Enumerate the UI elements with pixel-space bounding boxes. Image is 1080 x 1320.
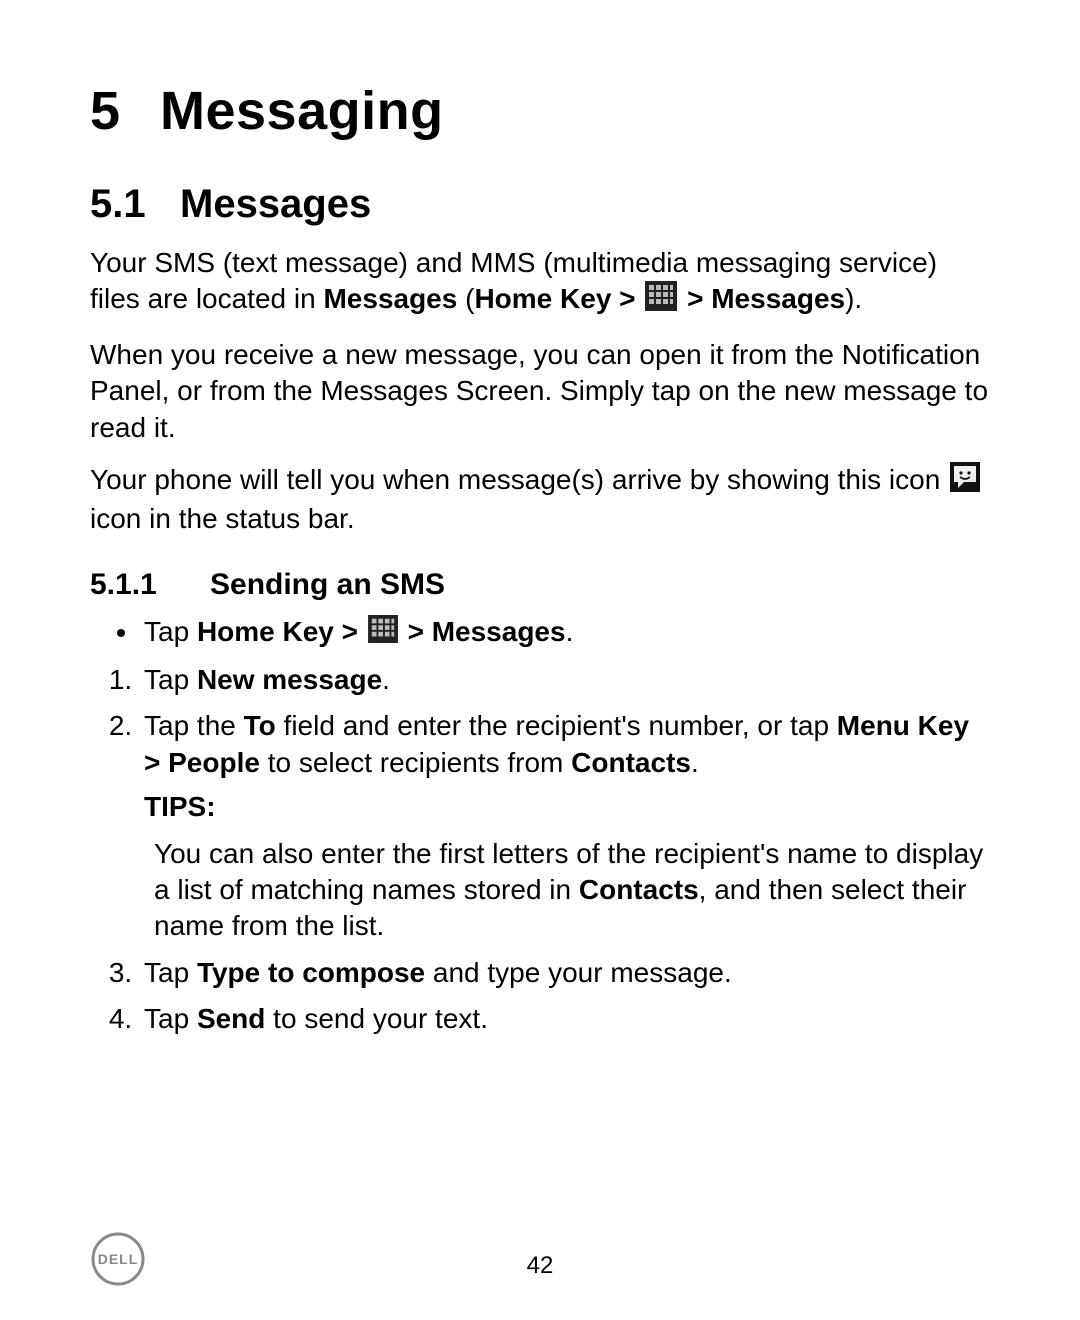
- text: .: [382, 664, 390, 695]
- text-bold: Send: [197, 1003, 265, 1034]
- text: ).: [845, 283, 862, 314]
- apps-grid-icon: [368, 615, 398, 652]
- text: to select recipients from: [260, 747, 571, 778]
- text: .: [566, 616, 574, 647]
- text: Tap: [144, 957, 197, 988]
- text: to send your text.: [265, 1003, 488, 1034]
- text-bold: Messages: [323, 283, 457, 314]
- svg-text:DELL: DELL: [98, 1251, 139, 1267]
- text: icon in the status bar.: [90, 503, 355, 534]
- subsection-title: Sending an SMS: [210, 568, 445, 601]
- dell-logo-icon: DELL: [90, 1231, 146, 1292]
- list-item: Tap Type to compose and type your messag…: [140, 955, 990, 991]
- text-bold: Home Key >: [474, 283, 643, 314]
- paragraph-2: When you receive a new message, you can …: [90, 337, 990, 446]
- list-item: Tap Send to send your text.: [140, 1001, 990, 1037]
- text-bold: > Messages: [400, 616, 566, 647]
- tips-body: You can also enter the first letters of …: [154, 836, 990, 945]
- tips-label: TIPS:: [144, 789, 990, 825]
- text-bold: Contacts: [579, 874, 699, 905]
- paragraph-3: Your phone will tell you when message(s)…: [90, 462, 990, 538]
- ordered-steps: Tap New message. Tap the To field and en…: [90, 662, 990, 1038]
- text-bold: New message: [197, 664, 382, 695]
- text: Tap: [144, 664, 197, 695]
- sms-notification-icon: [950, 462, 980, 501]
- subsection-number: 5.1.1: [90, 568, 210, 602]
- text: .: [691, 747, 699, 778]
- list-item: Tap the To field and enter the recipient…: [140, 708, 990, 944]
- list-item: Tap Home Key > > Messages.: [140, 614, 990, 652]
- page-number: 42: [0, 1252, 1080, 1280]
- text-bold: Type to compose: [197, 957, 425, 988]
- text-bold: Contacts: [571, 747, 691, 778]
- text-bold: Home Key >: [197, 616, 366, 647]
- section-number: 5.1: [90, 182, 180, 227]
- text: field and enter the recipient's number, …: [276, 710, 837, 741]
- subsection-heading: 5.1.1Sending an SMS: [90, 568, 990, 602]
- text: Your phone will tell you when message(s)…: [90, 464, 948, 495]
- section-heading: 5.1Messages: [90, 182, 990, 227]
- text: and type your message.: [425, 957, 732, 988]
- text: Tap the: [144, 710, 244, 741]
- manual-page: 5Messaging 5.1Messages Your SMS (text me…: [0, 0, 1080, 1320]
- list-item: Tap New message.: [140, 662, 990, 698]
- text: (: [457, 283, 474, 314]
- chapter-number: 5: [90, 80, 160, 142]
- paragraph-1: Your SMS (text message) and MMS (multime…: [90, 245, 990, 321]
- text: Tap: [144, 1003, 197, 1034]
- chapter-title: Messaging: [160, 81, 444, 141]
- text: Tap: [144, 616, 197, 647]
- chapter-heading: 5Messaging: [90, 80, 990, 142]
- apps-grid-icon: [645, 281, 677, 320]
- bullet-list: Tap Home Key > > Messages.: [90, 614, 990, 652]
- text-bold: > Messages: [679, 283, 845, 314]
- text-bold: To: [244, 710, 276, 741]
- section-title: Messages: [180, 182, 371, 226]
